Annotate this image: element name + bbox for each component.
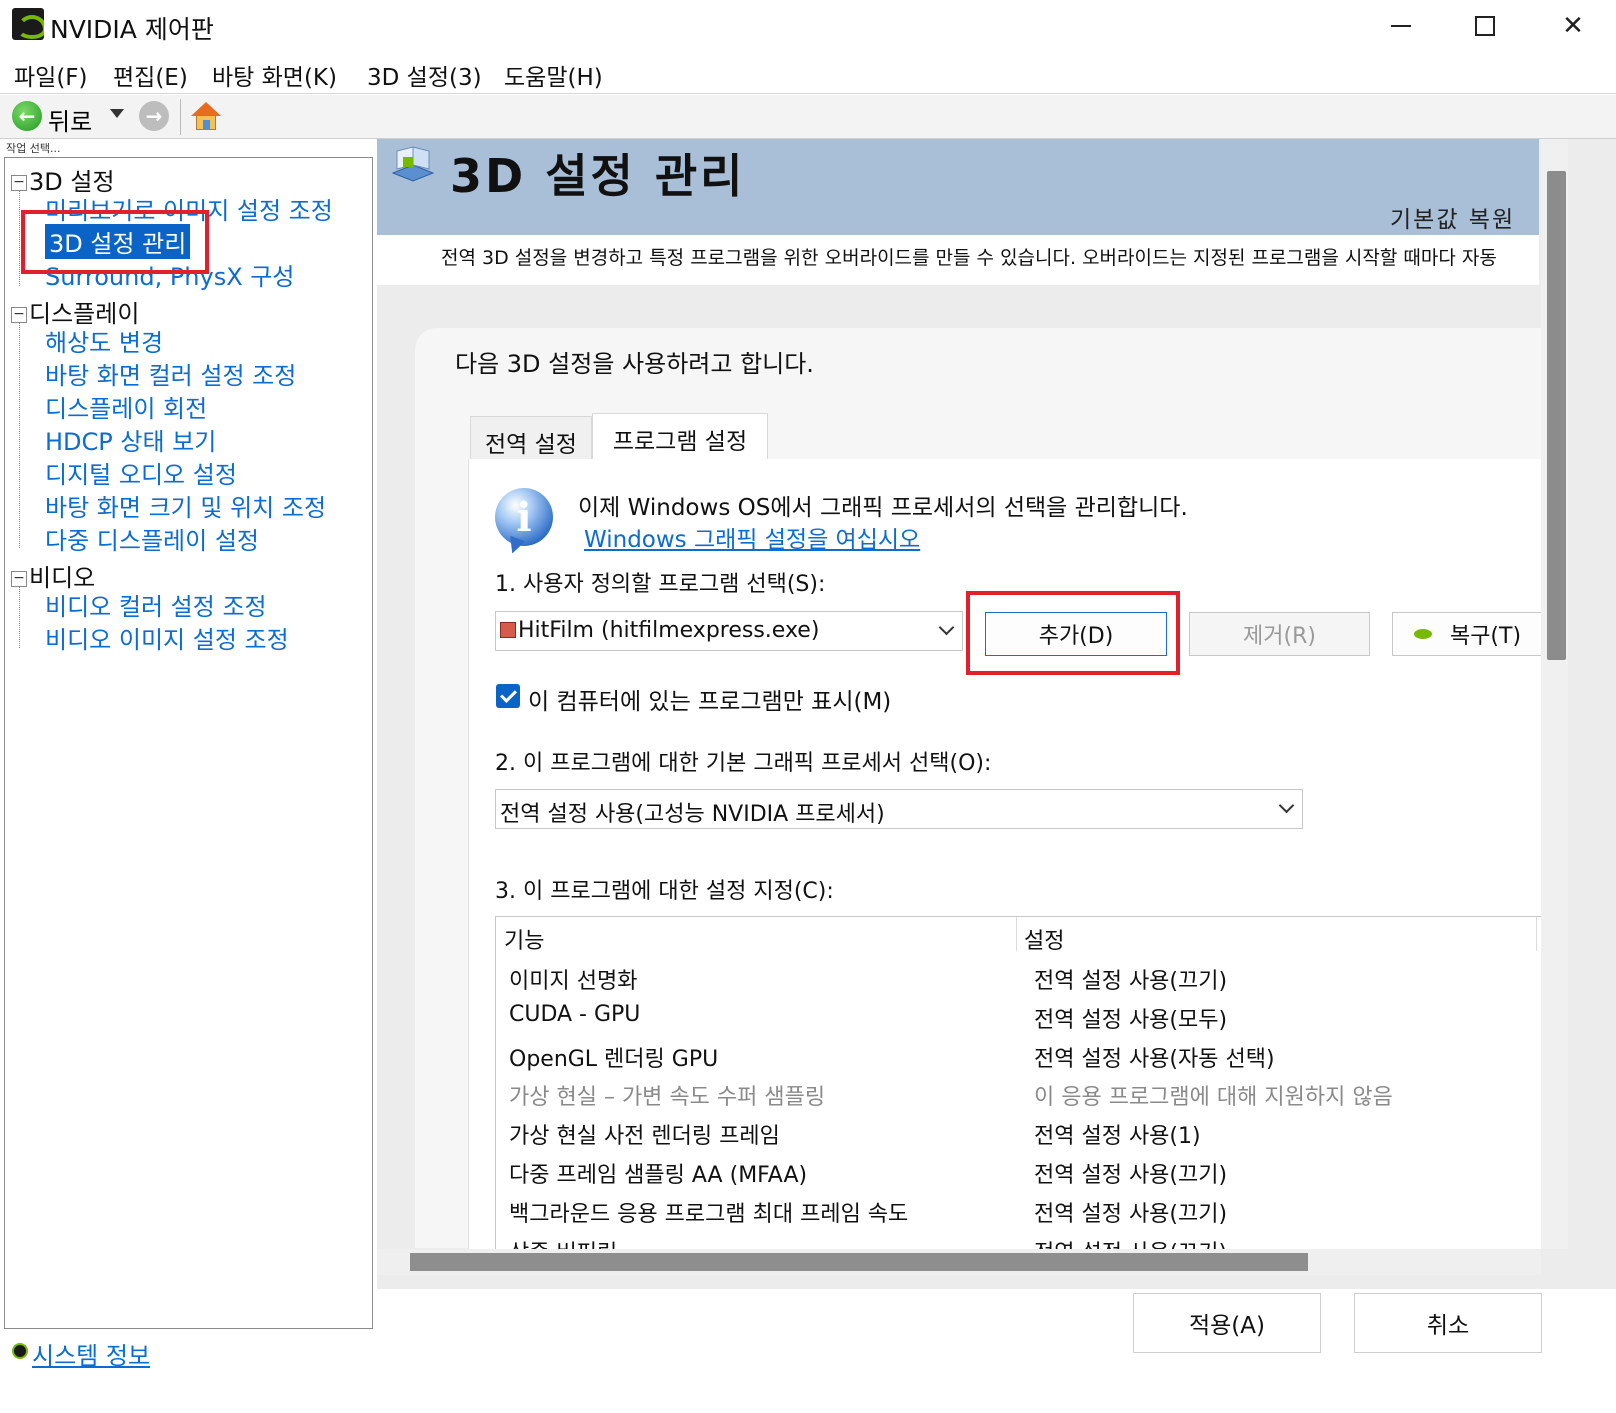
- collapse-icon[interactable]: −: [11, 307, 27, 323]
- show-installed-only-label[interactable]: 이 컴퓨터에 있는 프로그램만 표시(M): [528, 682, 891, 716]
- show-installed-only-checkbox[interactable]: [496, 684, 520, 708]
- tree-item-desktop-color[interactable]: 바탕 화면 컬러 설정 조정: [45, 356, 296, 391]
- tab-program-settings[interactable]: 프로그램 설정: [592, 413, 768, 460]
- close-icon: ✕: [1562, 11, 1584, 41]
- table-row[interactable]: OpenGL 렌더링 GPU 전역 설정 사용(자동 선택): [496, 1037, 1541, 1076]
- feature-cell: OpenGL 렌더링 GPU: [509, 1047, 719, 1072]
- page-title: 3D 설정 관리: [450, 149, 746, 203]
- column-header-feature[interactable]: 기능: [504, 923, 544, 955]
- step1-label: 1. 사용자 정의할 프로그램 선택(S):: [495, 572, 826, 597]
- minimize-button[interactable]: [1373, 6, 1429, 46]
- setting-cell[interactable]: 전역 설정 사용(1): [1034, 1118, 1201, 1150]
- setting-cell: 이 응용 프로그램에 대해 지원하지 않음: [1034, 1085, 1393, 1110]
- tab-global-settings[interactable]: 전역 설정: [470, 416, 592, 460]
- info-message: 이제 Windows OS에서 그래픽 프로세서의 선택을 관리합니다.: [578, 495, 1188, 521]
- chevron-down-icon: [1278, 797, 1295, 814]
- windows-graphics-settings-link[interactable]: Windows 그래픽 설정을 여십시오: [584, 520, 920, 554]
- collapse-icon[interactable]: −: [11, 175, 27, 191]
- tree-item-rotate-display[interactable]: 디스플레이 회전: [45, 389, 207, 424]
- tree-item-digital-audio[interactable]: 디지털 오디오 설정: [45, 455, 237, 490]
- horizontal-scroll-thumb[interactable]: [410, 1253, 1308, 1271]
- task-tree: −3D 설정 미리보기로 이미지 설정 조정 3D 설정 관리 Surround…: [4, 157, 373, 1329]
- tree-item-video-image[interactable]: 비디오 이미지 설정 조정: [45, 620, 289, 655]
- feature-cell: 가상 현실 사전 렌더링 프레임: [509, 1124, 780, 1149]
- feature-cell: 이미지 선명화: [509, 969, 638, 994]
- toolbar: ← 뒤로 →: [0, 95, 1616, 139]
- feature-cell: 가상 현실 – 가변 속도 수퍼 샘플링: [509, 1085, 826, 1110]
- apply-button[interactable]: 적용(A): [1133, 1293, 1321, 1353]
- setting-cell[interactable]: 전역 설정 사용(끄기): [1034, 1157, 1227, 1189]
- title-bar: NVIDIA 제어판 ✕: [0, 0, 1616, 52]
- restore-button[interactable]: 복구(T): [1392, 612, 1542, 656]
- gpu-select-value: 전역 설정 사용(고성능 NVIDIA 프로세서): [500, 802, 885, 827]
- nvidia-logo-icon: [12, 8, 44, 40]
- table-row[interactable]: CUDA - GPU 전역 설정 사용(모두): [496, 998, 1541, 1037]
- toolbar-divider: [180, 99, 181, 135]
- minimize-icon: [1391, 25, 1411, 27]
- collapse-icon[interactable]: −: [11, 571, 27, 587]
- system-info-link[interactable]: 시스템 정보: [32, 1336, 150, 1371]
- table-row[interactable]: 가상 현실 사전 렌더링 프레임 전역 설정 사용(1): [496, 1114, 1541, 1153]
- setting-cell[interactable]: 전역 설정 사용(끄기): [1034, 963, 1227, 995]
- highlight-box-add: [966, 591, 1180, 675]
- step3-label: 3. 이 프로그램에 대한 설정 지정(C):: [495, 879, 834, 904]
- remove-button[interactable]: 제거(R): [1189, 612, 1370, 656]
- feature-cell: 백그라운드 응용 프로그램 최대 프레임 속도: [509, 1202, 909, 1227]
- info-icon: i: [495, 488, 553, 546]
- column-divider[interactable]: [1016, 917, 1017, 951]
- table-row[interactable]: 백그라운드 응용 프로그램 최대 프레임 속도 전역 설정 사용(끄기): [496, 1192, 1541, 1231]
- tree-item-resolution[interactable]: 해상도 변경: [45, 323, 163, 358]
- setting-cell[interactable]: 전역 설정 사용(끄기): [1034, 1196, 1227, 1228]
- feature-cell: CUDA - GPU: [509, 1002, 641, 1027]
- menu-bar: 파일(F) 편집(E) 바탕 화면(K) 3D 설정(3) 도움말(H): [0, 52, 1616, 94]
- feature-cell: 삼중 버퍼링: [509, 1235, 617, 1249]
- menu-3d-settings[interactable]: 3D 설정(3): [367, 58, 482, 92]
- table-row[interactable]: 이미지 선명화 전역 설정 사용(끄기): [496, 959, 1541, 998]
- close-button[interactable]: ✕: [1545, 6, 1601, 46]
- setting-cell[interactable]: 전역 설정 사용(끄기): [1034, 1235, 1227, 1249]
- page-description: 전역 3D 설정을 변경하고 특정 프로그램을 위한 오버라이드를 만들 수 있…: [377, 235, 1539, 285]
- tree-item-desktop-size[interactable]: 바탕 화면 크기 및 위치 조정: [45, 488, 326, 523]
- restore-button-label: 복구(T): [1449, 624, 1522, 649]
- system-info-icon: [12, 1343, 28, 1359]
- home-icon[interactable]: [190, 100, 222, 132]
- tree-item-hdcp[interactable]: HDCP 상태 보기: [45, 422, 216, 457]
- table-row[interactable]: 삼중 버퍼링 전역 설정 사용(끄기): [496, 1231, 1541, 1249]
- setting-cell[interactable]: 전역 설정 사용(자동 선택): [1034, 1041, 1275, 1073]
- gpu-select[interactable]: 전역 설정 사용(고성능 NVIDIA 프로세서): [495, 789, 1303, 829]
- task-caption: 작업 선택...: [6, 142, 61, 155]
- window-title: NVIDIA 제어판: [50, 15, 214, 44]
- setting-cell[interactable]: 전역 설정 사용(모두): [1034, 1002, 1227, 1034]
- restore-default-link[interactable]: 기본값 복원: [1390, 200, 1515, 234]
- history-dropdown-icon[interactable]: [110, 109, 124, 118]
- vertical-scroll-thumb[interactable]: [1547, 171, 1566, 660]
- program-select[interactable]: HitFilm (hitfilmexpress.exe): [495, 611, 963, 651]
- table-row[interactable]: 다중 프레임 샘플링 AA (MFAA) 전역 설정 사용(끄기): [496, 1153, 1541, 1192]
- nvidia-restore-icon: [1413, 629, 1432, 639]
- tree-item-video-color[interactable]: 비디오 컬러 설정 조정: [45, 587, 267, 622]
- cancel-button[interactable]: 취소: [1354, 1293, 1542, 1353]
- maximize-icon: [1475, 16, 1495, 36]
- menu-help[interactable]: 도움말(H): [504, 58, 603, 92]
- column-header-setting[interactable]: 설정: [1024, 923, 1064, 955]
- feature-settings-table: 기능 설정 이미지 선명화 전역 설정 사용(끄기) CUDA - GPU 전역…: [495, 916, 1541, 1250]
- hitfilm-app-icon: [500, 622, 516, 638]
- intro-text: 다음 3D 설정을 사용하려고 합니다.: [455, 350, 814, 378]
- back-button-label[interactable]: 뒤로: [48, 102, 92, 137]
- chevron-down-icon: [938, 619, 955, 636]
- forward-arrow-icon[interactable]: →: [139, 101, 169, 131]
- program-select-value: HitFilm (hitfilmexpress.exe): [518, 618, 820, 643]
- menu-file[interactable]: 파일(F): [14, 58, 88, 92]
- table-row: 가상 현실 – 가변 속도 수퍼 샘플링 이 응용 프로그램에 대해 지원하지 …: [496, 1075, 1541, 1114]
- menu-edit[interactable]: 편집(E): [113, 58, 188, 92]
- maximize-button[interactable]: [1457, 6, 1513, 46]
- tree-item-multi-display[interactable]: 다중 디스플레이 설정: [45, 521, 259, 556]
- menu-desktop[interactable]: 바탕 화면(K): [212, 58, 337, 92]
- 3d-settings-icon: [391, 146, 435, 182]
- back-arrow-icon[interactable]: ←: [12, 101, 42, 131]
- highlight-box-tree: [21, 210, 209, 274]
- feature-cell: 다중 프레임 샘플링 AA (MFAA): [509, 1163, 808, 1188]
- column-divider[interactable]: [1536, 917, 1537, 951]
- step2-label: 2. 이 프로그램에 대한 기본 그래픽 프로세서 선택(O):: [495, 751, 992, 776]
